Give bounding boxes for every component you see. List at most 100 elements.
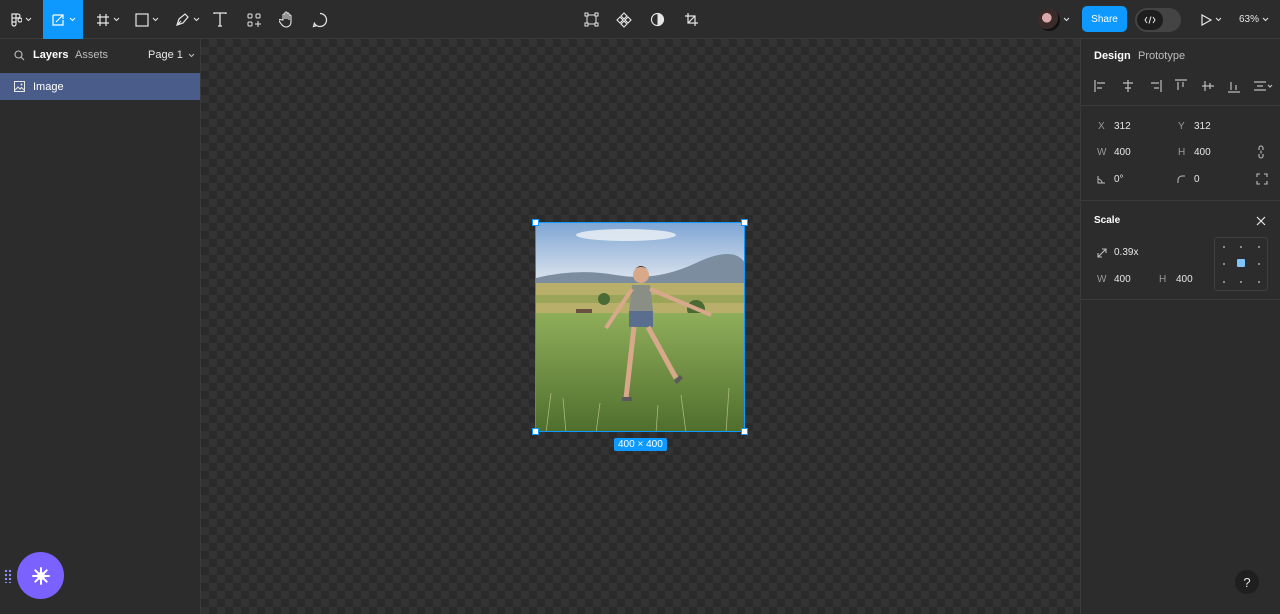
left-panel: Layers Assets Page 1 Image xyxy=(0,39,201,614)
resize-handle-top-right[interactable] xyxy=(741,219,748,226)
move-tool-icon xyxy=(52,13,64,26)
y-input[interactable]: 312 xyxy=(1194,121,1211,132)
constrain-proportions-icon[interactable] xyxy=(1256,145,1266,159)
pen-tool-button[interactable] xyxy=(172,0,202,39)
figma-menu-icon xyxy=(11,12,22,27)
scale-section-title: Scale xyxy=(1094,215,1121,226)
scale-factor-input[interactable]: 0.39x xyxy=(1114,247,1138,258)
tab-design[interactable]: Design xyxy=(1094,50,1131,62)
anchor-center-selected[interactable] xyxy=(1237,259,1245,267)
plugin-launcher-button[interactable] xyxy=(17,552,64,599)
chevron-down-icon xyxy=(193,17,199,22)
share-button[interactable]: Share xyxy=(1082,6,1127,32)
dev-mode-toggle[interactable] xyxy=(1134,0,1181,39)
distribute-icon[interactable] xyxy=(1253,79,1273,93)
align-top-icon[interactable] xyxy=(1174,79,1188,93)
main-menu-button[interactable] xyxy=(6,0,36,39)
hand-tool-icon xyxy=(279,11,292,28)
transform-button[interactable] xyxy=(579,0,603,39)
rotation-input[interactable]: 0° xyxy=(1114,174,1124,185)
drag-handle-icon[interactable] xyxy=(4,569,12,583)
page-name: Page 1 xyxy=(148,49,183,61)
components-tool-icon xyxy=(247,13,261,27)
contrast-button[interactable] xyxy=(645,0,669,39)
x-label: X xyxy=(1098,121,1105,132)
x-input[interactable]: 312 xyxy=(1114,121,1131,132)
scale-w-label: W xyxy=(1097,274,1107,285)
toolbar: Share 63% xyxy=(0,0,1280,39)
sparkle-icon xyxy=(31,566,50,585)
chevron-down-icon xyxy=(152,17,159,22)
tab-assets[interactable]: Assets xyxy=(75,49,108,61)
tab-prototype[interactable]: Prototype xyxy=(1138,50,1185,62)
contrast-icon xyxy=(650,12,664,27)
chevron-down-icon xyxy=(1262,17,1269,22)
scale-h-input[interactable]: 400 xyxy=(1176,274,1193,285)
present-button[interactable] xyxy=(1196,0,1226,39)
corner-radius-icon xyxy=(1177,175,1185,183)
frame-tool-button[interactable] xyxy=(93,0,123,39)
selected-image[interactable] xyxy=(535,222,745,432)
canvas[interactable]: 400 × 400 xyxy=(201,39,1080,614)
align-horizontal-center-icon[interactable] xyxy=(1121,79,1135,93)
text-tool-button[interactable] xyxy=(208,0,232,39)
code-icon xyxy=(1143,15,1156,24)
zoom-control[interactable]: 63% xyxy=(1235,0,1273,39)
resize-handle-bottom-left[interactable] xyxy=(532,428,539,435)
chevron-down-icon xyxy=(188,53,195,58)
w-label: W xyxy=(1097,147,1107,158)
scale-anchor-picker[interactable] xyxy=(1214,237,1268,291)
divider xyxy=(1081,200,1280,201)
frame-tool-icon xyxy=(97,13,109,26)
help-button[interactable]: ? xyxy=(1235,570,1259,594)
user-avatar-button[interactable] xyxy=(1033,0,1075,39)
shape-tool-button[interactable] xyxy=(132,0,162,39)
component-icon xyxy=(616,11,632,28)
y-label: Y xyxy=(1178,121,1185,132)
right-panel: Design Prototype X 312 Y 312 W 400 H 400… xyxy=(1080,39,1280,614)
move-tool-button[interactable] xyxy=(43,0,83,39)
scale-h-label: H xyxy=(1159,274,1167,285)
comment-tool-button[interactable] xyxy=(308,0,332,39)
w-input[interactable]: 400 xyxy=(1114,147,1131,158)
play-icon xyxy=(1200,13,1212,26)
hand-tool-button[interactable] xyxy=(275,0,299,39)
transform-icon xyxy=(584,12,598,27)
components-tool-button[interactable] xyxy=(242,0,266,39)
chevron-down-icon xyxy=(1063,17,1070,22)
crop-button[interactable] xyxy=(679,0,703,39)
crop-icon xyxy=(684,13,698,26)
chevron-down-icon xyxy=(1215,17,1221,22)
left-panel-tabs: Layers Assets Page 1 xyxy=(0,39,200,72)
text-tool-icon xyxy=(213,12,227,27)
align-bottom-icon[interactable] xyxy=(1227,79,1241,93)
close-icon[interactable] xyxy=(1256,216,1266,226)
comment-tool-icon xyxy=(312,12,328,27)
scale-w-input[interactable]: 400 xyxy=(1114,274,1131,285)
divider xyxy=(1081,299,1280,300)
chevron-down-icon xyxy=(113,17,120,22)
align-vertical-center-icon[interactable] xyxy=(1201,79,1215,93)
zoom-value: 63% xyxy=(1238,14,1259,25)
page-selector[interactable]: Page 1 xyxy=(148,49,195,61)
resize-handle-bottom-right[interactable] xyxy=(741,428,748,435)
avatar xyxy=(1038,8,1060,31)
h-input[interactable]: 400 xyxy=(1194,147,1211,158)
search-icon[interactable] xyxy=(14,50,25,61)
chevron-down-icon xyxy=(69,17,76,22)
independent-corners-icon[interactable] xyxy=(1256,173,1268,185)
rotation-icon xyxy=(1097,176,1105,184)
divider xyxy=(1081,105,1280,106)
pen-tool-icon xyxy=(175,13,189,26)
h-label: H xyxy=(1178,147,1186,158)
selection-size-badge: 400 × 400 xyxy=(614,438,667,451)
layer-row[interactable]: Image xyxy=(0,73,200,100)
tab-layers[interactable]: Layers xyxy=(33,49,68,61)
radius-input[interactable]: 0 xyxy=(1194,174,1200,185)
align-left-icon[interactable] xyxy=(1094,79,1108,93)
layer-label: Image xyxy=(33,80,64,93)
align-right-icon[interactable] xyxy=(1148,79,1162,93)
component-button[interactable] xyxy=(612,0,636,39)
image-content xyxy=(536,223,744,431)
resize-handle-top-left[interactable] xyxy=(532,219,539,226)
